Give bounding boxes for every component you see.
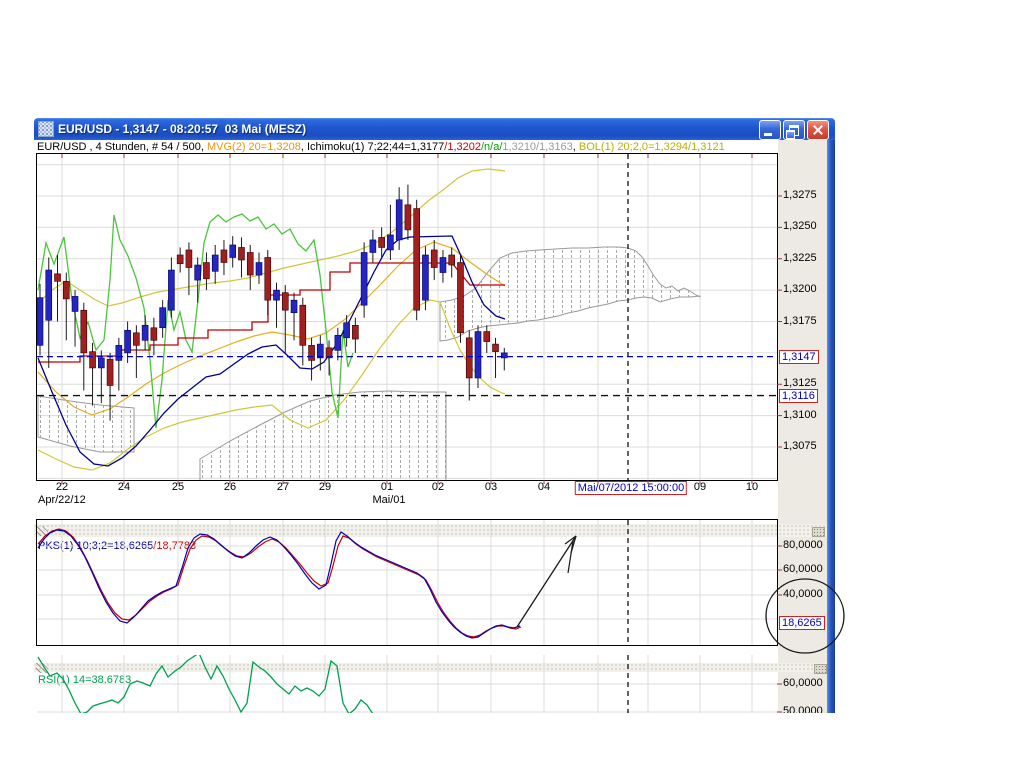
window-title: EUR/USD - 1,3147 - 08:20:57 03 Mai (MESZ… [58,122,306,136]
y-axis-label: 1,3200 [783,283,817,295]
current-price-box: 1,3147 [779,350,819,364]
time-marker-box: Mai/07/2012 15:00:00 [575,481,687,495]
legend-segment: BOL(1) 20;2,0=1,3294/1,3121 [579,141,725,153]
x-axis-label: 09 [694,481,706,493]
restore-button[interactable] [783,120,805,140]
x-axis-label: 27 [277,481,289,493]
splitter-1[interactable] [34,524,827,537]
legend-segment: RSI(1) 14=38,6783 [38,674,131,686]
legend-segment: EUR/USD , 4 Stunden, # 54 / 500 [37,141,201,153]
pks-y-label: 80,0000 [783,539,823,551]
legend-segment: 1,3210/1,3163 [502,141,572,153]
x-axis-label: 26 [224,481,236,493]
y-axis-label: 1,3250 [783,220,817,232]
pks-y-label: 40,0000 [783,588,823,600]
pane-resize-icon-1[interactable] [36,526,48,536]
x-axis-label: 22 [56,481,68,493]
x-axis-label: 02 [432,481,444,493]
client-area: EUR/USD , 4 Stunden, # 54 / 500, MVG(2) … [34,140,827,713]
legend-segment: Ichimoku(1) 7;22;44=1,3177 [307,141,444,153]
x-axis-label: 04 [538,481,550,493]
y-axis-label: 1,3225 [783,252,817,264]
x-axis-label: 10 [746,481,758,493]
x-axis-date-label: Mai/01 [372,494,405,506]
chart-window: EUR/USD - 1,3147 - 08:20:57 03 Mai (MESZ… [34,118,835,713]
y-axis-label: 1,3275 [783,189,817,201]
splitter-grip-1[interactable] [812,527,825,537]
minimize-button[interactable] [759,120,781,140]
x-axis-label: 03 [485,481,497,493]
y-axis-label: 1,3075 [783,440,817,452]
splitter-2[interactable] [34,663,827,672]
y-axis-label: 1,3175 [783,315,817,327]
legend-segment: /1,3202 [444,141,481,153]
app-icon [38,121,54,137]
window-border-right[interactable] [827,140,835,713]
legend-segment: /18,7783 [153,540,196,552]
close-button[interactable] [807,120,829,140]
y-axis-label: 1,3100 [783,409,817,421]
rsi-y-label: 60,0000 [783,677,823,689]
x-axis-date-label: Apr/22/12 [38,494,86,506]
x-axis-label: 25 [172,481,184,493]
support-price-box: 1,3116 [779,389,818,403]
x-axis-label: 24 [118,481,130,493]
restore-icon [789,125,799,136]
rsi-panel-legend: RSI(1) 14=38,6783 [38,674,131,686]
pane-resize-icon-2[interactable] [36,663,48,673]
legend-segment: PKS(1) 10;3;2=18,6265 [38,540,153,552]
legend-segment: /n/a/ [481,141,502,153]
pks-y-label: 60,0000 [783,563,823,575]
title-bar[interactable]: EUR/USD - 1,3147 - 08:20:57 03 Mai (MESZ… [34,118,835,140]
minimize-icon [764,133,772,136]
x-axis-label: 29 [319,481,331,493]
pks-panel-legend: PKS(1) 10;3;2=18,6265/18,7783 [38,540,196,552]
indicator-legend: EUR/USD , 4 Stunden, # 54 / 500, MVG(2) … [37,141,725,153]
x-axis-label: 01 [381,481,393,493]
y-axis-label: 1,3125 [783,377,817,389]
rsi-y-label: 50,0000 [783,705,823,713]
pks-value-box: 18,6265 [779,616,825,630]
splitter-grip-2[interactable] [814,664,827,674]
desktop: EUR/USD - 1,3147 - 08:20:57 03 Mai (MESZ… [0,0,1024,768]
legend-segment: MVG(2) 20=1,3208 [207,141,301,153]
